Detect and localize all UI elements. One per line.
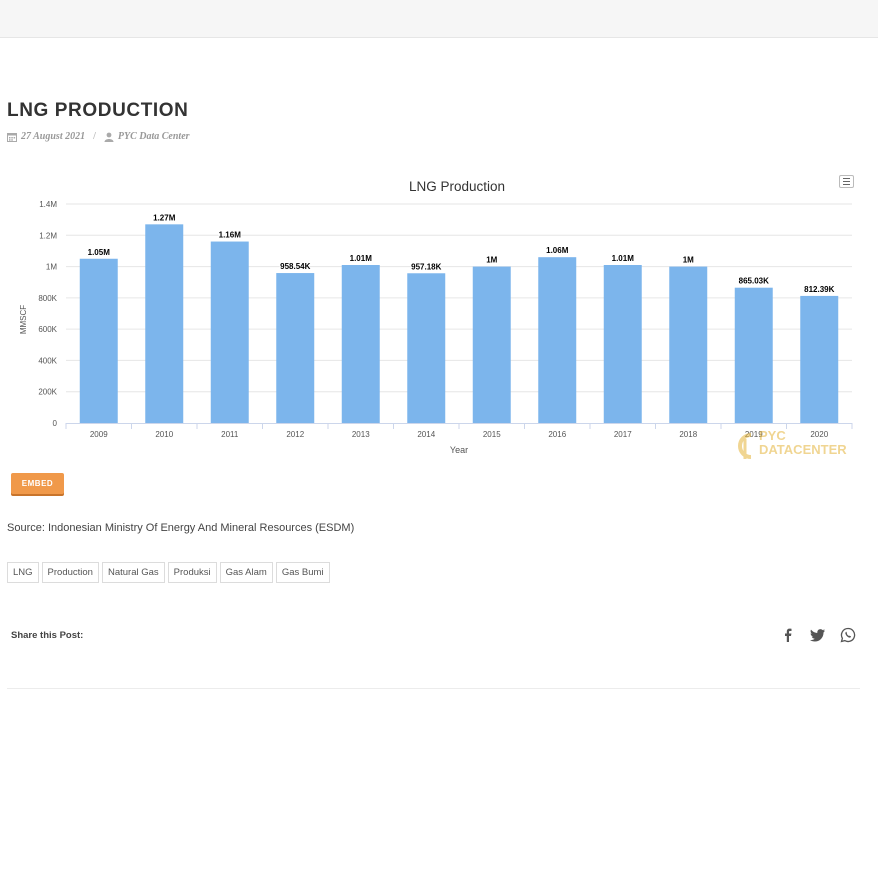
x-tick-label: 2015 [483,430,501,439]
chart-menu-icon[interactable] [839,175,854,188]
data-label: 1M [683,256,694,265]
y-tick-label: 0 [53,419,58,428]
pyc-watermark-logo: PYC DATACENTER [733,427,858,465]
data-label: 812.39K [804,285,834,294]
x-tick-label: 2014 [417,430,435,439]
bar [538,257,577,423]
x-axis-title: Year [450,445,468,455]
y-tick-label: 1.2M [39,231,57,240]
chart-title: LNG Production [409,179,505,194]
x-tick-label: 2011 [221,430,239,439]
x-tick-label: 2009 [90,430,108,439]
bar [341,265,380,423]
data-label: 865.03K [739,277,769,286]
y-tick-label: 1M [46,263,57,272]
tag-gas-bumi[interactable]: Gas Bumi [275,562,330,583]
y-tick-label: 800K [38,294,57,303]
bar-chart: LNG Production 0 200K 400K 600K 800K 1M 1.2M 1.4… [19,179,853,455]
calendar-icon [7,132,17,142]
y-tick-label: 600K [38,325,57,334]
bar [603,265,642,423]
source-text: Source: Indonesian Ministry Of Energy An… [7,522,355,534]
twitter-icon[interactable] [810,627,826,643]
data-label: 1.01M [612,254,635,263]
bar [669,266,708,423]
tag-production[interactable]: Production [41,562,99,583]
x-tick-label: 2012 [286,430,304,439]
data-label: 1.27M [153,213,176,222]
post-meta: 27 August 2021 / PYC Data Center [7,131,190,142]
data-label: 958.54K [280,262,310,271]
post-title: LNG PRODUCTION [7,100,189,121]
bar [210,241,249,423]
post-date: 27 August 2021 [21,131,86,142]
share-label: Share this Post: [11,630,84,641]
tag-natural-gas[interactable]: Natural Gas [101,562,165,583]
whatsapp-icon[interactable] [840,627,856,643]
x-tick-label: 2013 [352,430,370,439]
facebook-icon[interactable] [780,627,796,643]
y-tick-label: 400K [38,356,57,365]
data-label: 1M [486,256,497,265]
data-label: 1.06M [546,246,569,255]
bar [79,258,118,423]
y-tick-label: 200K [38,388,57,397]
bar [145,224,184,423]
section-divider [7,688,860,689]
meta-separator: / [93,131,96,142]
user-icon [104,132,114,142]
y-tick-label: 1.4M [39,200,57,209]
bar [472,266,511,423]
x-tick-label: 2018 [679,430,697,439]
y-axis-title: MMSCF [19,305,28,334]
x-tick-label: 2016 [548,430,566,439]
data-label: 1.01M [350,254,373,263]
x-tick-label: 2017 [614,430,632,439]
share-icons [780,627,856,643]
data-label: 1.16M [219,231,242,240]
data-label: 1.05M [88,248,111,257]
bar [800,295,839,423]
top-bar [0,0,878,38]
bar [276,273,315,423]
post-author[interactable]: PYC Data Center [118,131,190,142]
bar [407,273,446,423]
tag-gas-alam[interactable]: Gas Alam [219,562,273,583]
embed-button[interactable]: EMBED [11,473,64,494]
x-tick-label: 2010 [155,430,173,439]
data-label: 957.18K [411,262,441,271]
bar [734,287,773,423]
tag-list: LNG Production Natural Gas Produksi Gas … [7,562,330,583]
tag-lng[interactable]: LNG [7,562,39,583]
chart-container: LNG Production 0 200K 400K 600K 800K 1M 1.2M 1.4… [7,168,869,468]
tag-produksi[interactable]: Produksi [167,562,217,583]
